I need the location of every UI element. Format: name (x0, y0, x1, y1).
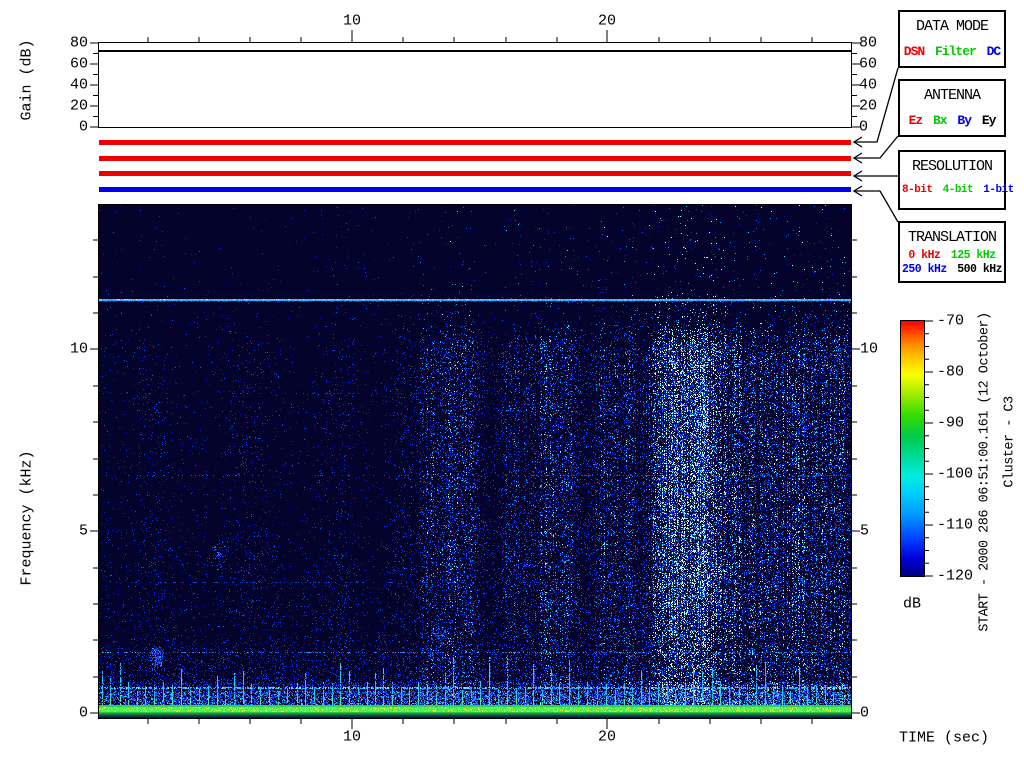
tick-label: 10 (70, 342, 88, 357)
panel-option: 250 kHz (902, 263, 947, 276)
status-bar-data-mode (99, 140, 851, 145)
panel-antenna-values: Ez Bx By Ey (900, 113, 1004, 128)
status-bar-antenna (99, 156, 851, 161)
spacecraft-annotation: Cluster - C3 (1003, 396, 1017, 487)
panel-translation-title: TRANSLATION (900, 229, 1004, 246)
tick-label: 20 (598, 14, 616, 29)
panel-option: DC (987, 44, 1001, 59)
tick-label: 60 (859, 57, 877, 72)
panel-option: 0 kHz (908, 249, 940, 262)
gain-axis-title: Gain (dB) (20, 39, 35, 120)
panel-resolution-title: RESOLUTION (900, 158, 1004, 175)
panel-translation: TRANSLATION 0 kHz 125 kHz 250 kHz 500 kH… (898, 221, 1006, 283)
tick-label: 5 (860, 524, 869, 539)
panel-antenna: ANTENNA Ez Bx By Ey (898, 79, 1006, 137)
tick-label: 5 (79, 524, 88, 539)
tick-label: -100 (937, 467, 973, 482)
panel-data-mode-title: DATA MODE (900, 18, 1004, 35)
panel-data-mode-values: DSN Filter DC (900, 44, 1004, 59)
tick-label: 20 (598, 730, 616, 745)
tick-label: 0 (79, 120, 88, 135)
tick-label: 60 (70, 57, 88, 72)
tick-label: 20 (859, 99, 877, 114)
tick-label: -110 (937, 518, 973, 533)
panel-option: Ey (982, 113, 996, 128)
start-time-annotation: START - 2000 286 06:51:00.161 (12 Octobe… (978, 312, 992, 631)
status-bar-translation (99, 187, 851, 192)
frequency-axis-title: Frequency (kHz) (20, 450, 35, 585)
tick-label: 10 (860, 342, 878, 357)
panel-option: 4-bit (943, 184, 974, 196)
colorbar-gradient (901, 321, 924, 576)
tick-label: 20 (70, 99, 88, 114)
panel-translation-row2: 250 kHz 500 kHz (900, 263, 1004, 276)
time-axis-title: TIME (sec) (899, 731, 989, 746)
tick-label: 40 (859, 78, 877, 93)
tick-label: 0 (79, 706, 88, 721)
status-bar-resolution (99, 171, 851, 176)
colorbar-unit-label: dB (903, 597, 921, 612)
panel-option: 125 kHz (951, 249, 996, 262)
tick-label: 80 (859, 36, 877, 51)
plot-frame (99, 43, 852, 128)
tick-label: -90 (937, 416, 964, 431)
panel-option: DSN (904, 44, 924, 59)
plot-frame (99, 205, 852, 719)
tick-label: 80 (70, 36, 88, 51)
panel-option: Filter (935, 44, 976, 59)
tick-label: -70 (937, 314, 964, 329)
axes-overlay (0, 0, 1024, 768)
tick-label: -120 (937, 569, 973, 584)
gain-trace-line (99, 50, 851, 52)
panel-resolution: RESOLUTION 8-bit 4-bit 1-bit (898, 150, 1006, 210)
tick-label: 0 (859, 120, 868, 135)
panel-data-mode: DATA MODE DSN Filter DC (898, 10, 1006, 68)
panel-option: By (957, 113, 971, 128)
tick-label: 40 (70, 78, 88, 93)
wbd-spectrogram-page: Gain (dB) Frequency (kHz) TIME (sec) dB … (0, 0, 1024, 768)
panel-option: 1-bit (983, 184, 1014, 196)
tick-label: 10 (343, 14, 361, 29)
panel-option: 500 kHz (957, 263, 1002, 276)
panel-translation-row1: 0 kHz 125 kHz (900, 249, 1004, 262)
connector-line (854, 136, 898, 158)
panel-option: Ez (909, 113, 923, 128)
panel-option: Bx (933, 113, 947, 128)
tick-label: 0 (860, 706, 869, 721)
panel-resolution-values: 8-bit 4-bit 1-bit (900, 184, 1004, 196)
tick-label: -80 (937, 365, 964, 380)
tick-label: 10 (343, 730, 361, 745)
panel-antenna-title: ANTENNA (900, 87, 1004, 104)
panel-option: 8-bit (902, 184, 933, 196)
